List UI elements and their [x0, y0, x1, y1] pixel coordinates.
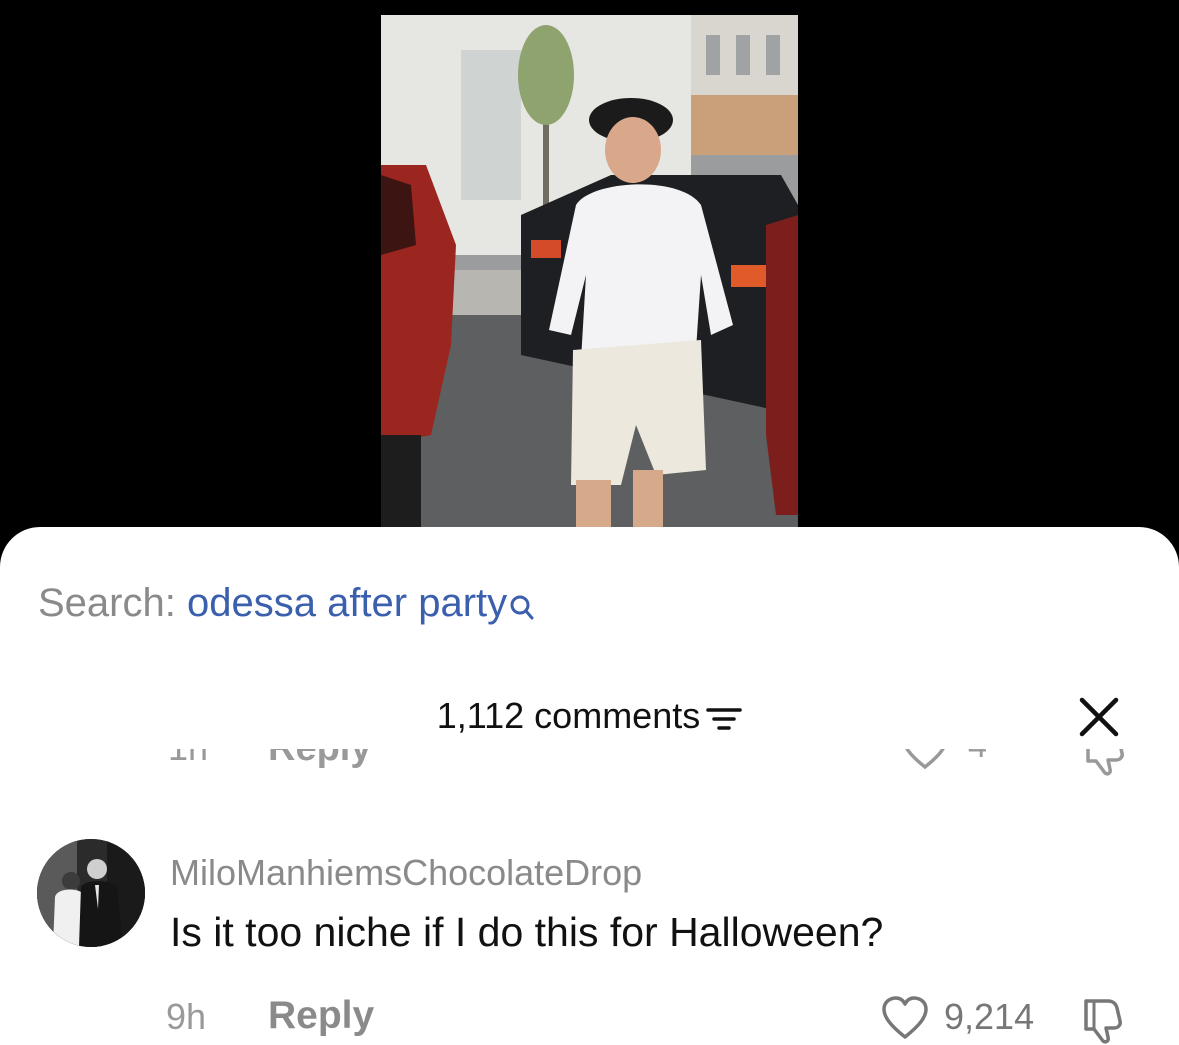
thumbs-down-icon[interactable] — [1080, 749, 1128, 782]
comment-username[interactable]: MiloManhiemsChocolateDrop — [170, 851, 642, 895]
thumbs-down-icon — [1084, 999, 1122, 1044]
comment-item: MiloManhiemsChocolateDrop Is it too nich… — [0, 835, 1179, 1045]
like-button[interactable] — [880, 995, 930, 1041]
video-player[interactable] — [0, 0, 1179, 560]
avatar[interactable] — [37, 839, 145, 947]
comments-header: 1,112 comments — [0, 692, 1179, 740]
search-icon[interactable] — [509, 585, 535, 633]
video-frame[interactable] — [381, 15, 798, 528]
close-icon — [1079, 697, 1119, 737]
close-button[interactable] — [1076, 694, 1122, 740]
video-still-image — [381, 15, 798, 528]
reply-button[interactable]: Reply — [268, 993, 374, 1039]
comments-sheet: Search: odessa after party 1,112 comment… — [0, 527, 1179, 1045]
previous-reply-button[interactable]: Reply — [268, 749, 371, 770]
previous-comment-time: 1h — [168, 749, 208, 769]
search-query-link[interactable]: odessa after party — [187, 581, 507, 625]
heart-icon[interactable] — [900, 749, 950, 778]
comment-text: Is it too niche if I do this for Hallowe… — [170, 909, 884, 955]
dislike-button[interactable] — [1078, 997, 1128, 1045]
search-label: Search: — [38, 581, 176, 625]
search-suggestion[interactable]: Search: odessa after party — [38, 579, 535, 633]
previous-like-count: 4 — [968, 749, 987, 766]
previous-comment-actions: 1h Reply 4 — [0, 749, 1179, 793]
filter-icon[interactable] — [706, 704, 742, 739]
heart-icon — [882, 996, 928, 1039]
comment-time: 9h — [166, 996, 207, 1037]
comment-count: 1,112 comments — [436, 695, 701, 736]
like-count: 9,214 — [944, 996, 1035, 1037]
